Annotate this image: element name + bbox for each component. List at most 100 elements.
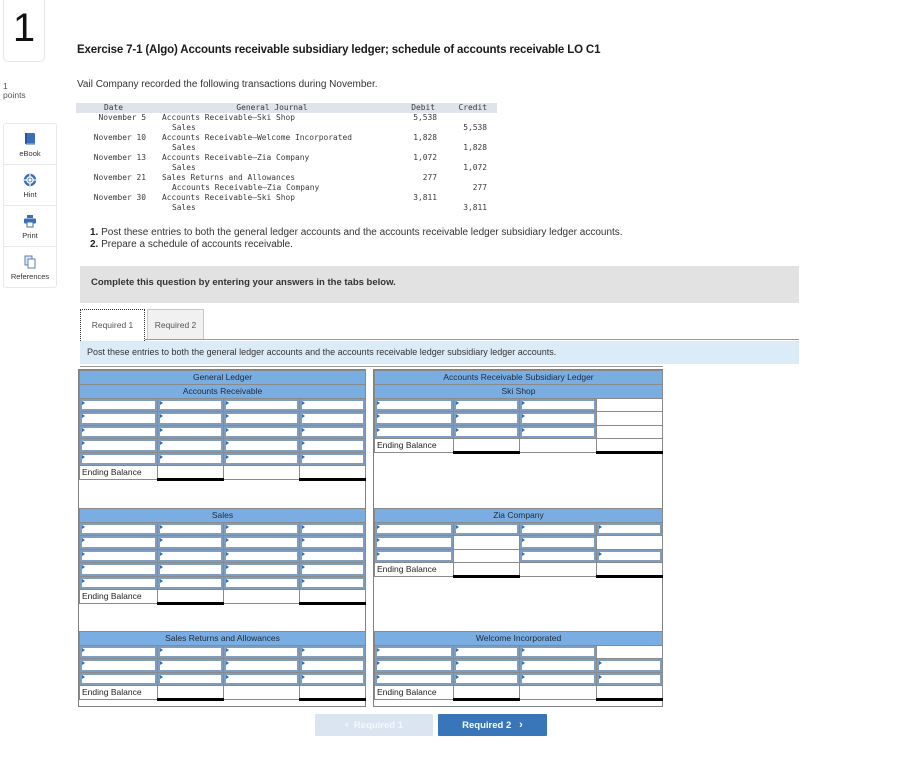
ledger-input[interactable] [80, 659, 157, 672]
ledger-input[interactable] [520, 523, 596, 536]
ledger-input[interactable] [224, 452, 299, 465]
ledger-input[interactable] [300, 646, 366, 659]
ledger-input[interactable] [520, 659, 596, 672]
ending-balance-cell [157, 588, 224, 605]
ledger-input[interactable] [158, 646, 223, 659]
ledger-input[interactable] [158, 563, 223, 576]
ledger-input[interactable] [454, 672, 519, 686]
ledger-input[interactable] [158, 523, 223, 536]
ledger-input[interactable] [520, 425, 596, 439]
ledger-input[interactable] [224, 425, 299, 439]
sidebar-item-references[interactable]: References [4, 247, 56, 287]
ledger-input[interactable] [80, 412, 157, 425]
tab-required-1[interactable]: Required 1 [80, 309, 145, 341]
dropdown-marker-icon [160, 674, 163, 679]
ledger-input[interactable] [454, 399, 519, 412]
sidebar-label: Print [22, 231, 38, 240]
ledger-input[interactable] [300, 523, 366, 536]
ledger-input[interactable] [158, 659, 223, 672]
ledger-input[interactable] [454, 425, 519, 439]
ledger-input[interactable] [224, 439, 299, 452]
ledger-input[interactable] [158, 425, 223, 439]
ledger-input[interactable] [300, 425, 366, 439]
ledger-input[interactable] [300, 399, 366, 412]
ledger-input[interactable] [375, 412, 453, 425]
sidebar-item-print[interactable]: Print [4, 206, 56, 247]
ledger-input-cell [157, 535, 224, 550]
ledger-input[interactable] [454, 523, 519, 536]
ledger-input[interactable] [375, 672, 453, 686]
ledger-input[interactable] [597, 672, 663, 686]
dropdown-marker-icon [82, 401, 85, 405]
ledger-input[interactable] [300, 659, 366, 672]
ledger-input[interactable] [80, 646, 157, 659]
ledger-input[interactable] [300, 439, 366, 452]
ledger-input-cell [374, 535, 454, 550]
ledger-input[interactable] [520, 646, 596, 659]
ledger-input[interactable] [80, 452, 157, 465]
ledger-input[interactable] [300, 563, 366, 576]
ledger-input[interactable] [224, 563, 299, 576]
ledger-input[interactable] [300, 672, 366, 686]
ledger-input[interactable] [224, 399, 299, 412]
ledger-input[interactable] [224, 659, 299, 672]
ledger-input[interactable] [520, 412, 596, 425]
tab-required-2[interactable]: Required 2 [147, 309, 204, 339]
ledger-input[interactable] [454, 412, 519, 425]
ledger-input[interactable] [300, 576, 366, 589]
ledger-input[interactable] [224, 576, 299, 589]
ledger-input[interactable] [300, 549, 366, 563]
journal-date: November 13 [93, 153, 146, 162]
previous-required-button[interactable]: ‹ Required 1 [315, 714, 433, 736]
ledger-input[interactable] [454, 659, 519, 672]
ledger-input[interactable] [375, 399, 453, 412]
ledger-input[interactable] [597, 549, 662, 563]
ledger-input[interactable] [80, 549, 157, 563]
ledger-input[interactable] [158, 452, 223, 465]
ledger-input[interactable] [224, 549, 299, 563]
ledger-input[interactable] [300, 452, 366, 465]
ledger-input[interactable] [224, 646, 299, 659]
instruction-text: Prepare a schedule of accounts receivabl… [98, 239, 293, 250]
ledger-input[interactable] [520, 549, 596, 563]
ledger-input-wrap [454, 425, 519, 439]
ledger-input[interactable] [375, 536, 453, 549]
ledger-input[interactable] [80, 523, 157, 536]
ledger-input[interactable] [375, 646, 453, 659]
ledger-input[interactable] [300, 536, 366, 549]
sidebar-item-hint[interactable]: Hint [4, 165, 56, 206]
ledger-input[interactable] [224, 523, 299, 536]
ledger-input[interactable] [375, 425, 453, 439]
ledger-input[interactable] [158, 536, 223, 549]
ledger-input[interactable] [224, 536, 299, 549]
ledger-input[interactable] [80, 399, 157, 412]
ledger-input[interactable] [158, 439, 223, 452]
ledger-input[interactable] [454, 646, 519, 659]
ledger-input[interactable] [80, 439, 157, 452]
ledger-input[interactable] [158, 412, 223, 425]
ledger-input[interactable] [80, 563, 157, 576]
ledger-input[interactable] [597, 659, 663, 672]
ledger-input[interactable] [520, 536, 596, 549]
ledger-input[interactable] [375, 659, 453, 672]
ledger-input[interactable] [375, 523, 453, 536]
next-required-button[interactable]: Required 2 › [438, 714, 547, 736]
ledger-input[interactable] [300, 412, 366, 425]
ledger-input[interactable] [158, 672, 223, 686]
ledger-input[interactable] [520, 672, 596, 686]
ledger-input[interactable] [224, 672, 299, 686]
ledger-input[interactable] [80, 536, 157, 549]
ledger-input[interactable] [158, 399, 223, 412]
ledger-table: Zia Company Ending Balance [374, 508, 663, 579]
ledger-input[interactable] [597, 523, 662, 536]
ledger-input[interactable] [520, 399, 596, 412]
ledger-input[interactable] [80, 672, 157, 686]
sidebar-item-ebook[interactable]: eBook [4, 124, 56, 165]
ledger-input[interactable] [375, 549, 453, 563]
journal-row: November 10 Accounts Receivable—Welcome I… [76, 133, 497, 143]
ledger-input[interactable] [158, 549, 223, 563]
ledger-input[interactable] [224, 412, 299, 425]
ledger-input[interactable] [158, 576, 223, 589]
ledger-input[interactable] [80, 425, 157, 439]
ledger-input[interactable] [80, 576, 157, 589]
